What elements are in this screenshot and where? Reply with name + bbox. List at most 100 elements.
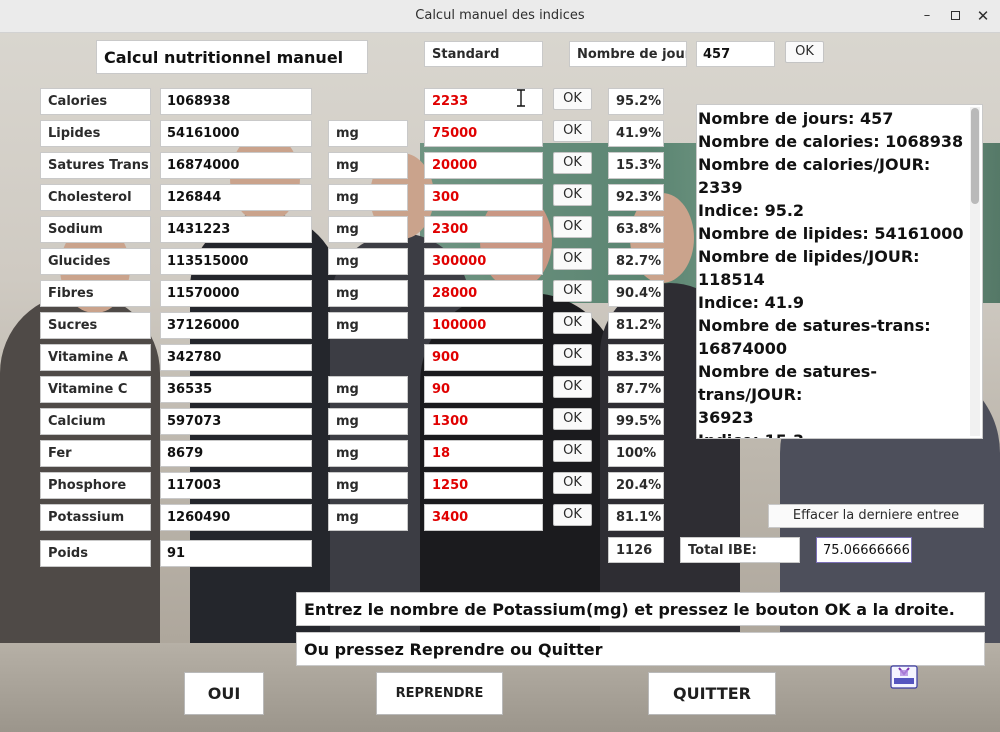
close-icon[interactable]: ✕ — [974, 7, 992, 25]
maximize-icon[interactable] — [946, 7, 964, 25]
secondary-message: Ou pressez Reprendre ou Quitter — [296, 632, 985, 666]
nutrient-label: Fer — [40, 440, 151, 467]
nutrient-label: Lipides — [40, 120, 151, 147]
report-line: Nombre de calories/JOUR: 2339 — [698, 155, 931, 197]
nutrient-index: 90.4% — [608, 280, 664, 307]
nutrient-ok-button[interactable]: OK — [553, 280, 592, 302]
nutrient-ok-button[interactable]: OK — [553, 440, 592, 462]
clear-last-entry-button[interactable]: Effacer la derniere entree — [768, 504, 984, 528]
nutrient-ok-button[interactable]: OK — [553, 408, 592, 430]
report-line: Indice: 15.3 — [698, 429, 966, 438]
nutrient-value-input[interactable]: 597073 — [160, 408, 312, 435]
nutrient-standard-value: 900 — [424, 344, 543, 371]
nutrient-unit: mg — [328, 376, 408, 403]
days-ok-button[interactable]: OK — [785, 41, 824, 63]
nutrient-unit: mg — [328, 120, 408, 147]
nutrient-value-input[interactable]: 1431223 — [160, 216, 312, 243]
nutrient-value-input[interactable]: 36535 — [160, 376, 312, 403]
nutrient-ok-button[interactable]: OK — [553, 248, 592, 270]
nutrient-value-input[interactable]: 37126000 — [160, 312, 312, 339]
nutrient-value-input[interactable]: 8679 — [160, 440, 312, 467]
nutrient-ok-button[interactable]: OK — [553, 184, 592, 206]
nutrient-ok-button[interactable]: OK — [553, 120, 592, 142]
nutrient-index: 63.8% — [608, 216, 664, 243]
nutrient-standard-value: 3400 — [424, 504, 543, 531]
nutrient-index: 41.9% — [608, 120, 664, 147]
nutrient-value-input[interactable]: 11570000 — [160, 280, 312, 307]
nutrient-label: Calcium — [40, 408, 151, 435]
nutrient-unit: mg — [328, 216, 408, 243]
nutrient-value-input[interactable]: 16874000 — [160, 152, 312, 179]
nutrient-standard-value: 75000 — [424, 120, 543, 147]
nutrient-value-input[interactable]: 126844 — [160, 184, 312, 211]
nutrient-label: Cholesterol — [40, 184, 151, 211]
standard-label: Standard — [424, 41, 543, 67]
window-title: Calcul manuel des indices — [415, 8, 585, 23]
nutrient-standard-value: 1300 — [424, 408, 543, 435]
nutrient-label: Calories — [40, 88, 151, 115]
nutrient-label: Sodium — [40, 216, 151, 243]
title-bar: Calcul manuel des indices – ✕ — [0, 0, 1000, 33]
nutrient-standard-value: 300000 — [424, 248, 543, 275]
report-scroll-thumb[interactable] — [971, 108, 979, 204]
report-lines: Nombre de jours: 457 Nombre de calories: … — [698, 107, 966, 438]
report-line: Indice: 95.2 — [698, 201, 805, 220]
text-cursor-icon — [517, 89, 525, 107]
nutrient-index: 95.2% — [608, 88, 664, 115]
nutrient-label: Vitamine A — [40, 344, 151, 371]
report-line: Indice: 41.9 — [698, 293, 805, 312]
reprendre-button[interactable]: REPRENDRE — [376, 672, 503, 715]
report-line: Nombre de satures-trans/JOUR: — [698, 362, 877, 404]
nutrient-label: Vitamine C — [40, 376, 151, 403]
nutrient-ok-button[interactable]: OK — [553, 216, 592, 238]
page-title: Calcul nutritionnel manuel — [96, 40, 368, 74]
nutrient-standard-value: 90 — [424, 376, 543, 403]
nutrient-value-input[interactable]: 1068938 — [160, 88, 312, 115]
report-line: 36923 — [698, 408, 754, 427]
nutrient-unit: mg — [328, 280, 408, 307]
nutrient-standard-value: 1250 — [424, 472, 543, 499]
total-ibe-label: Total IBE: — [680, 537, 800, 563]
nutrient-unit: mg — [328, 248, 408, 275]
nutrient-ok-button[interactable]: OK — [553, 152, 592, 174]
report-line: Nombre de lipides: 54161000 — [698, 224, 964, 243]
total-ibe-value[interactable]: 75.06666666 — [816, 537, 912, 563]
total-sum: 1126 — [608, 537, 664, 563]
poids-label: Poids — [40, 540, 151, 567]
nutrient-ok-button[interactable]: OK — [553, 504, 592, 526]
days-input[interactable]: 457 — [696, 41, 775, 67]
nutrient-ok-button[interactable]: OK — [553, 312, 592, 334]
report-textarea[interactable]: Nombre de jours: 457 Nombre de calories: … — [696, 104, 983, 439]
nutrient-value-input[interactable]: 117003 — [160, 472, 312, 499]
poids-input[interactable]: 91 — [160, 540, 312, 567]
report-line: Nombre de lipides/JOUR: 118514 — [698, 247, 920, 289]
report-line: Nombre de calories: 1068938 — [698, 132, 964, 151]
nutrient-standard-value: 18 — [424, 440, 543, 467]
nutrient-value-input[interactable]: 113515000 — [160, 248, 312, 275]
nutrient-index: 15.3% — [608, 152, 664, 179]
nutrient-value-input[interactable]: 1260490 — [160, 504, 312, 531]
nutrient-unit: mg — [328, 408, 408, 435]
nutrient-ok-button[interactable]: OK — [553, 88, 592, 110]
report-line: Nombre de satures-trans: — [698, 316, 931, 335]
nutrient-label: Potassium — [40, 504, 151, 531]
nutrient-value-input[interactable]: 342780 — [160, 344, 312, 371]
nutrient-ok-button[interactable]: OK — [553, 472, 592, 494]
minimize-icon[interactable]: – — [918, 7, 936, 25]
days-label: Nombre de jours — [569, 41, 687, 67]
nutrient-unit: mg — [328, 504, 408, 531]
nutrient-index: 81.2% — [608, 312, 664, 339]
nutrient-label: Satures Trans — [40, 152, 151, 179]
nutrient-ok-button[interactable]: OK — [553, 344, 592, 366]
quitter-button[interactable]: QUITTER — [648, 672, 776, 715]
nutrient-label: Phosphore — [40, 472, 151, 499]
nutrient-unit: mg — [328, 472, 408, 499]
nutrient-ok-button[interactable]: OK — [553, 376, 592, 398]
nutrient-unit: mg — [328, 440, 408, 467]
nutrient-index: 82.7% — [608, 248, 664, 275]
oui-button[interactable]: OUI — [184, 672, 264, 715]
nutrient-standard-value: 20000 — [424, 152, 543, 179]
nutrient-value-input[interactable]: 54161000 — [160, 120, 312, 147]
nutrient-standard-value: 300 — [424, 184, 543, 211]
nutrient-standard-value: 28000 — [424, 280, 543, 307]
